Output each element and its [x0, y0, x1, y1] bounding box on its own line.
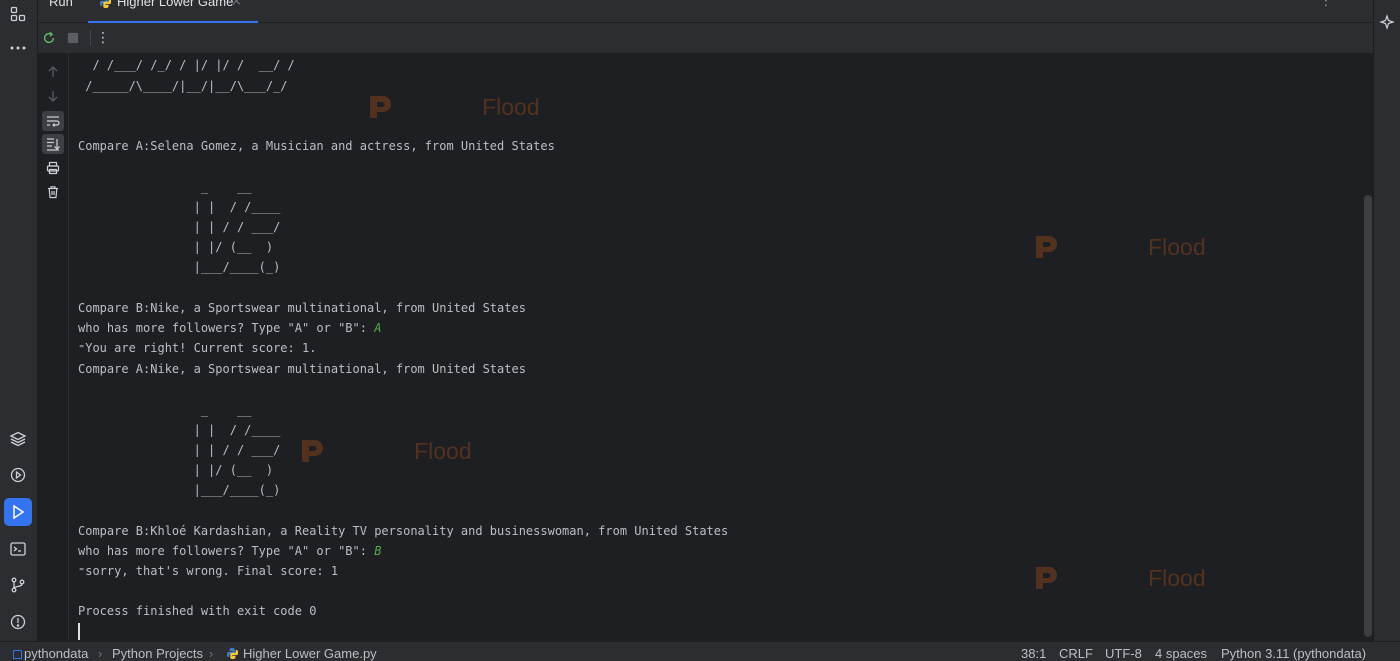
layers-icon[interactable]: [4, 425, 32, 453]
services-icon[interactable]: [4, 461, 32, 489]
toolbar-more-icon[interactable]: ⋮: [94, 29, 112, 47]
ai-assistant-icon[interactable]: [1379, 14, 1395, 30]
tab-label: Higher Lower Game: [117, 0, 234, 9]
compare-b-line: Compare B:Nike, a Sportswear multination…: [78, 301, 526, 315]
vs-art-line: _ __: [78, 403, 252, 417]
user-input: B: [374, 544, 382, 558]
caret-position[interactable]: 38:1: [1021, 646, 1046, 661]
close-icon[interactable]: ×: [231, 0, 242, 9]
prompt-line: who has more followers? Type "A" or "B":…: [78, 543, 381, 559]
vs-art-line: |___/____(_): [78, 260, 281, 274]
breadcrumb-project[interactable]: pythondata: [24, 646, 88, 661]
compare-a-line: Compare A:Nike, a Sportswear multination…: [78, 362, 526, 376]
console-gutter: [38, 54, 69, 641]
vs-art-line: _ __: [78, 180, 252, 194]
run-tool-window-header: Run Higher Lower Game × ⋮: [38, 0, 1373, 23]
compare-b-line: Compare B:Khloé Kardashian, a Reality TV…: [78, 524, 729, 538]
ascii-art-line: / /___/ /_/ / |/ |/ / __/ /: [78, 58, 295, 72]
toolbar-divider: [90, 30, 91, 46]
module-icon: [13, 650, 22, 659]
soft-wrap-icon[interactable]: [42, 111, 64, 131]
console-output[interactable]: / /___/ /_/ / |/ |/ / __/ / /_____/\____…: [78, 54, 1358, 641]
python-icon: [99, 0, 112, 9]
vs-art-line: | |/ (__ ): [78, 463, 274, 477]
result-line: ⁼You are right! Current score: 1.: [78, 341, 317, 355]
problems-icon[interactable]: [4, 608, 32, 636]
text-caret: [78, 623, 80, 640]
breadcrumb-separator: ›: [98, 646, 103, 661]
vs-art-line: | | / / ___/: [78, 220, 281, 234]
terminal-icon[interactable]: [4, 535, 32, 563]
vs-art-line: |___/____(_): [78, 483, 281, 497]
indent-setting[interactable]: 4 spaces: [1155, 646, 1207, 661]
process-exit-line: Process finished with exit code 0: [78, 604, 317, 618]
run-icon[interactable]: [4, 498, 32, 526]
vs-art-line: | | / / ___/: [78, 443, 281, 457]
prompt-line: who has more followers? Type "A" or "B":…: [78, 320, 381, 336]
arrow-down-icon[interactable]: [42, 86, 64, 106]
right-tool-strip: [1373, 0, 1400, 641]
breadcrumb-folder[interactable]: Python Projects: [112, 646, 203, 661]
line-separator[interactable]: CRLF: [1059, 646, 1093, 661]
stop-icon[interactable]: [64, 29, 82, 47]
compare-a-line: Compare A:Selena Gomez, a Musician and a…: [78, 139, 555, 153]
vs-art-line: | |/ (__ ): [78, 240, 274, 254]
python-interpreter[interactable]: Python 3.11 (pythondata): [1221, 646, 1366, 661]
breadcrumb-separator: ›: [209, 646, 214, 661]
scroll-to-end-icon[interactable]: [42, 134, 64, 154]
options-icon[interactable]: ⋮: [1319, 0, 1333, 9]
run-toolbar: ⋮: [38, 23, 1373, 54]
trash-icon[interactable]: [42, 182, 64, 202]
prompt-text: who has more followers? Type "A" or "B":: [78, 321, 375, 335]
project-structure-icon[interactable]: [4, 0, 32, 28]
vs-art-line: | | / /____: [78, 200, 281, 214]
vs-art-line: | | / /____: [78, 423, 281, 437]
vertical-scrollbar[interactable]: [1364, 195, 1372, 637]
ascii-art-line: /_____/\____/|__/|__/\___/_/: [78, 79, 288, 93]
prompt-text: who has more followers? Type "A" or "B":: [78, 544, 375, 558]
arrow-up-icon[interactable]: [42, 62, 64, 82]
rerun-icon[interactable]: [40, 29, 58, 47]
activity-bar: [0, 0, 38, 641]
python-file-icon: [226, 647, 239, 660]
file-encoding[interactable]: UTF-8: [1105, 646, 1142, 661]
breadcrumb-file[interactable]: Higher Lower Game.py: [243, 646, 377, 661]
tool-window-title: Run: [49, 0, 73, 9]
tab-higher-lower-game[interactable]: Higher Lower Game ×: [88, 0, 258, 23]
git-icon[interactable]: [4, 571, 32, 599]
print-icon[interactable]: [42, 158, 64, 178]
more-tools-icon[interactable]: [4, 34, 32, 62]
user-input: A: [374, 321, 382, 335]
status-bar: pythondata › Python Projects › Higher Lo…: [0, 641, 1400, 661]
result-line: ⁼sorry, that's wrong. Final score: 1: [78, 564, 339, 578]
